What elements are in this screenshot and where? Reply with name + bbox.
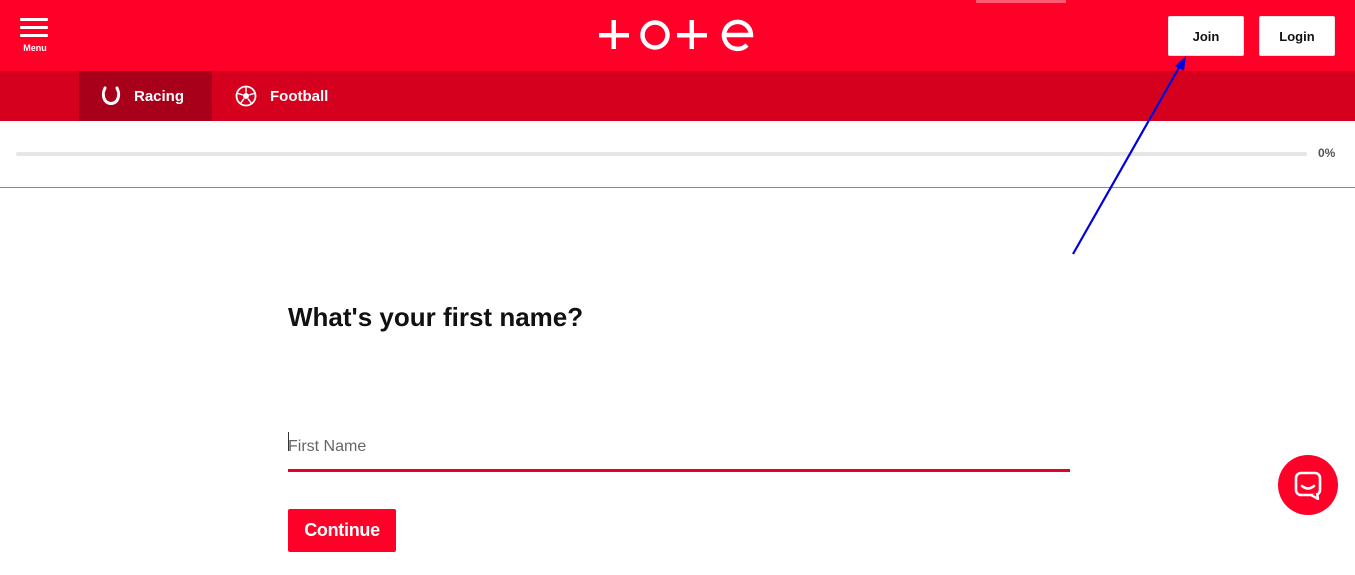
registration-progress: 0%	[0, 121, 1355, 188]
question-heading: What's your first name?	[288, 302, 584, 332]
text-caret	[288, 432, 289, 451]
page: Menu Join Login Racing Football 0% What'…	[0, 0, 1355, 575]
join-button[interactable]: Join	[1168, 16, 1244, 56]
hamburger-icon-bar	[20, 26, 48, 29]
login-button[interactable]: Login	[1259, 16, 1335, 56]
first-name-input[interactable]	[288, 424, 1070, 472]
nav-item-racing[interactable]: Racing	[79, 71, 212, 121]
nav-item-label: Football	[270, 87, 329, 105]
chat-icon	[1294, 471, 1322, 500]
chat-launcher-button[interactable]	[1278, 455, 1338, 515]
top-header: Menu Join Login	[0, 0, 1355, 71]
sport-nav: Racing Football	[0, 71, 1355, 121]
horseshoe-icon	[101, 86, 121, 106]
progress-percent: 0%	[1318, 146, 1336, 160]
nav-item-label: Racing	[134, 87, 185, 105]
nav-item-football[interactable]: Football	[212, 71, 352, 121]
progress-bar	[16, 152, 1307, 156]
continue-button[interactable]: Continue	[288, 509, 396, 552]
hamburger-icon	[20, 18, 48, 21]
menu-button[interactable]: Menu	[20, 18, 52, 58]
football-icon	[235, 85, 257, 107]
menu-label: Menu	[23, 43, 47, 53]
tote-logo[interactable]	[597, 13, 757, 55]
header-tab-indicator	[976, 0, 1066, 3]
hamburger-icon-bar	[20, 34, 48, 37]
